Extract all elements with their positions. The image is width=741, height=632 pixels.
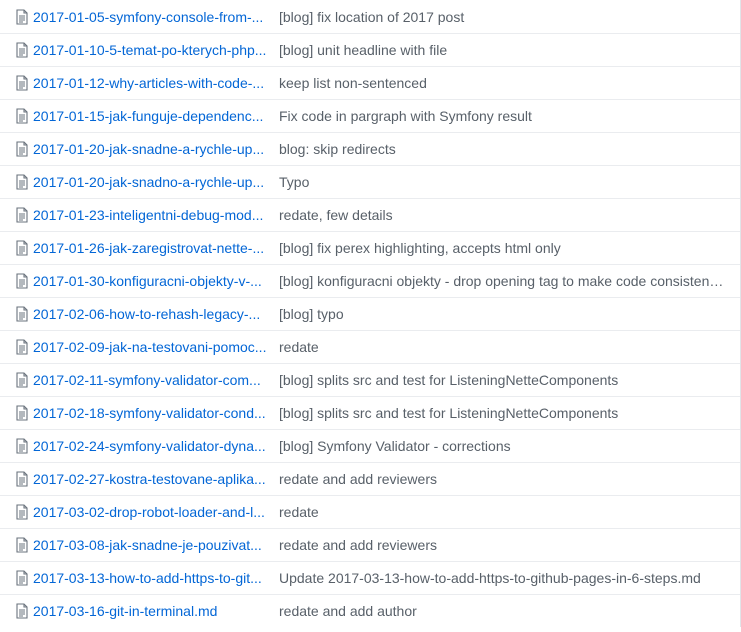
file-text-icon [16,141,28,157]
file-text-icon [16,174,28,190]
file-row[interactable]: 2017-03-08-jak-snadne-je-pouzivat... reda… [0,528,740,561]
file-row[interactable]: 2017-01-05-symfony-console-from-... [blog… [0,0,740,33]
file-row[interactable]: 2017-01-23-inteligentni-debug-mod... reda… [0,198,740,231]
commit-message-link[interactable]: [blog] Symfony Validator - corrections [279,438,727,454]
commit-message-link[interactable]: [blog] splits src and test for Listening… [279,372,727,388]
commit-message-link[interactable]: redate and add author [279,603,727,619]
file-row[interactable]: 2017-02-18-symfony-validator-cond... [blo… [0,396,740,429]
file-row[interactable]: 2017-01-10-5-temat-po-kterych-php... [blo… [0,33,740,66]
file-row[interactable]: 2017-02-06-how-to-rehash-legacy-... [blog… [0,297,740,330]
file-text-icon [16,207,28,223]
file-row[interactable]: 2017-02-11-symfony-validator-com... [blog… [0,363,740,396]
file-text-icon [16,273,28,289]
commit-message-link[interactable]: keep list non-sentenced [279,75,727,91]
commit-message-link[interactable]: blog: skip redirects [279,141,727,157]
file-row[interactable]: 2017-01-15-jak-funguje-dependenc... Fix c… [0,99,740,132]
file-text-icon [16,108,28,124]
commit-message-link[interactable]: redate, few details [279,207,727,223]
file-text-icon [16,8,28,25]
file-list: 2017-01-05-symfony-console-from-... [blog… [0,0,741,627]
file-name-link[interactable]: 2017-02-27-kostra-testovane-aplika... [33,471,269,487]
file-row[interactable]: 2017-03-02-drop-robot-loader-and-l... red… [0,495,740,528]
file-name-link[interactable]: 2017-02-18-symfony-validator-cond... [33,405,269,421]
file-name-link[interactable]: 2017-01-15-jak-funguje-dependenc... [33,108,269,124]
file-text-icon [16,306,28,322]
file-name-link[interactable]: 2017-03-02-drop-robot-loader-and-l... [33,504,269,520]
commit-message-link[interactable]: [blog] splits src and test for Listening… [279,405,727,421]
file-row[interactable]: 2017-03-16-git-in-terminal.md redate and … [0,594,740,627]
file-text-icon [16,339,28,355]
file-text-icon [16,570,28,586]
commit-message-link[interactable]: Fix code in pargraph with Symfony result [279,108,727,124]
file-text-icon [16,504,28,520]
file-row[interactable]: 2017-01-20-jak-snadne-a-rychle-up... blog… [0,132,740,165]
file-name-link[interactable]: 2017-03-16-git-in-terminal.md [33,603,269,619]
commit-message-link[interactable]: redate and add reviewers [279,537,727,553]
file-text-icon [16,405,28,421]
file-text-icon [16,471,28,487]
file-name-link[interactable]: 2017-01-23-inteligentni-debug-mod... [33,207,269,223]
commit-message-link[interactable]: [blog] konfiguracni objekty - drop openi… [279,273,727,289]
commit-message-link[interactable]: Update 2017-03-13-how-to-add-https-to-gi… [279,570,727,586]
file-name-link[interactable]: 2017-02-09-jak-na-testovani-pomoc... [33,339,269,355]
file-text-icon [16,438,28,454]
file-row[interactable]: 2017-01-12-why-articles-with-code-... kee… [0,66,740,99]
file-name-link[interactable]: 2017-01-26-jak-zaregistrovat-nette-... [33,240,269,256]
file-text-icon [16,42,28,58]
commit-message-link[interactable]: [blog] unit headline with file [279,42,727,58]
file-name-link[interactable]: 2017-03-08-jak-snadne-je-pouzivat... [33,537,269,553]
file-row[interactable]: 2017-01-30-konfiguracni-objekty-v-... [bl… [0,264,740,297]
file-row[interactable]: 2017-01-26-jak-zaregistrovat-nette-... [b… [0,231,740,264]
file-name-link[interactable]: 2017-02-11-symfony-validator-com... [33,372,269,388]
file-text-icon [16,372,28,388]
commit-message-link[interactable]: redate [279,339,727,355]
file-text-icon [16,75,28,91]
commit-message-link[interactable]: [blog] fix location of 2017 post [279,9,727,25]
file-name-link[interactable]: 2017-01-20-jak-snadne-a-rychle-up... [33,141,269,157]
file-name-link[interactable]: 2017-01-20-jak-snadno-a-rychle-up... [33,174,269,190]
commit-message-link[interactable]: redate and add reviewers [279,471,727,487]
file-text-icon [16,240,28,256]
file-row[interactable]: 2017-03-13-how-to-add-https-to-git... Upd… [0,561,740,594]
file-text-icon [16,603,28,619]
commit-message-link[interactable]: Typo [279,174,727,190]
commit-message-link[interactable]: [blog] typo [279,306,727,322]
file-name-link[interactable]: 2017-01-12-why-articles-with-code-... [33,75,269,91]
file-row[interactable]: 2017-02-27-kostra-testovane-aplika... red… [0,462,740,495]
file-name-link[interactable]: 2017-03-13-how-to-add-https-to-git... [33,570,269,586]
file-name-link[interactable]: 2017-01-30-konfiguracni-objekty-v-... [33,273,269,289]
file-name-link[interactable]: 2017-01-10-5-temat-po-kterych-php... [33,42,269,58]
file-name-link[interactable]: 2017-01-05-symfony-console-from-... [33,9,269,25]
file-name-link[interactable]: 2017-02-24-symfony-validator-dyna... [33,438,269,454]
file-name-link[interactable]: 2017-02-06-how-to-rehash-legacy-... [33,306,269,322]
commit-message-link[interactable]: redate [279,504,727,520]
file-row[interactable]: 2017-01-20-jak-snadno-a-rychle-up... Typo [0,165,740,198]
file-row[interactable]: 2017-02-09-jak-na-testovani-pomoc... reda… [0,330,740,363]
file-row[interactable]: 2017-02-24-symfony-validator-dyna... [blo… [0,429,740,462]
commit-message-link[interactable]: [blog] fix perex highlighting, accepts h… [279,240,727,256]
file-text-icon [16,537,28,553]
